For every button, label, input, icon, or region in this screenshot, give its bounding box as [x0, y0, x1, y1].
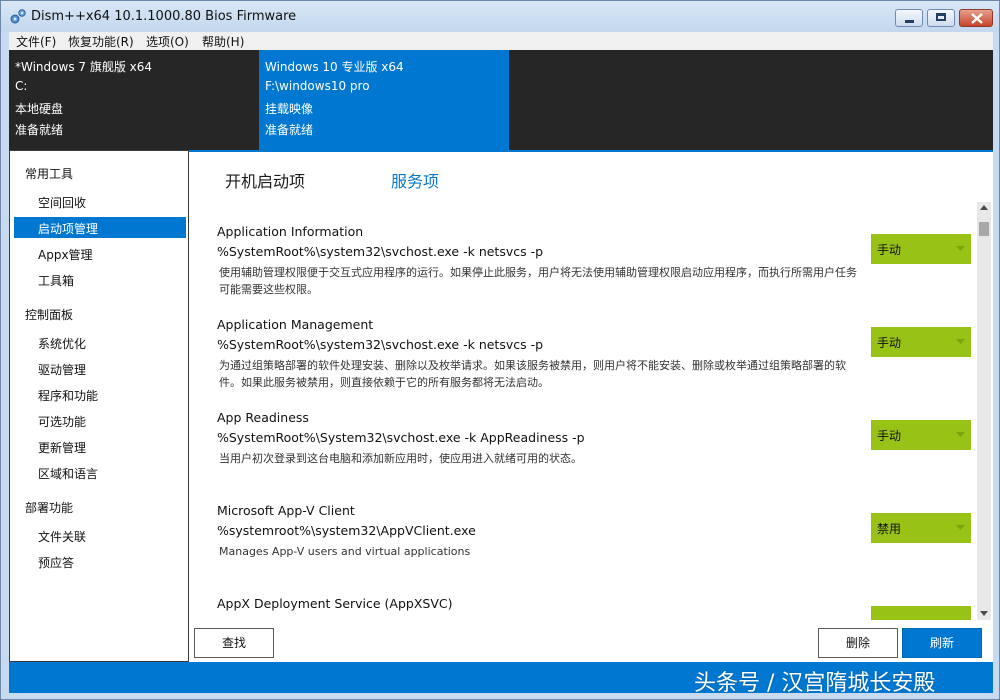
startup-type-dropdown[interactable]: 禁用	[871, 513, 971, 543]
menu-help[interactable]: 帮助(H)	[202, 33, 244, 50]
minimize-button[interactable]	[895, 9, 923, 27]
sidebar-item-file-association[interactable]: 文件关联	[14, 525, 186, 546]
service-description: 当用户初次登录到这台电脑和添加新应用时，使应用进入就绪可用的状态。	[219, 452, 582, 465]
image-type: 挂载映像	[265, 102, 314, 116]
tab-startup-items[interactable]: 开机启动项	[225, 168, 305, 192]
delete-button[interactable]: 删除	[818, 628, 898, 658]
sidebar-item-label: 工具箱	[38, 274, 75, 288]
app-window: Dism++x64 10.1.1000.80 Bios Firmware 文件(…	[0, 0, 1000, 700]
service-row: Application Information %SystemRoot%\sys…	[217, 224, 977, 317]
service-name: Microsoft App-V Client	[217, 503, 355, 518]
sidebar-item-label: 驱动管理	[38, 363, 87, 377]
startup-type-dropdown[interactable]: 手动	[871, 234, 971, 264]
sidebar-item-label: 系统优化	[38, 337, 87, 351]
sidebar-item-update-manager[interactable]: 更新管理	[14, 436, 186, 457]
main-panel: 开机启动项 服务项 Application Information %Syste…	[189, 150, 993, 662]
service-description: 为通过组策略部署的软件处理安装、删除以及枚举请求。如果该服务被禁用，则用户将不能…	[219, 359, 846, 389]
service-name: Application Information	[217, 224, 364, 239]
sidebar-item-label: 文件关联	[38, 530, 87, 544]
sidebar-item-optional-features[interactable]: 可选功能	[14, 410, 186, 431]
sidebar-item-unattended[interactable]: 预应答	[14, 551, 186, 572]
chevron-down-icon	[956, 432, 965, 437]
service-path: %SystemRoot%\system32\svchost.exe -k net…	[217, 244, 544, 259]
watermark: 头条号 / 汉宫隋城长安殿	[694, 671, 936, 696]
image-path: C:	[15, 79, 28, 93]
startup-type-value: 手动	[877, 429, 902, 443]
close-icon	[971, 13, 983, 24]
service-list: Application Information %SystemRoot%\sys…	[189, 202, 977, 620]
scroll-up-icon[interactable]	[980, 205, 988, 211]
sidebar-item-programs[interactable]: 程序和功能	[14, 384, 186, 405]
refresh-button[interactable]: 刷新	[902, 628, 982, 658]
sidebar-item-label: Appx管理	[38, 248, 93, 262]
sidebar-item-startup-manager[interactable]: 启动项管理	[14, 217, 186, 238]
service-row: Microsoft App-V Client %systemroot%\syst…	[217, 503, 977, 596]
sidebar-heading-control-panel: 控制面板	[25, 308, 74, 322]
startup-type-value: 手动	[877, 336, 902, 350]
chevron-down-icon	[956, 525, 965, 530]
find-button[interactable]: 查找	[194, 628, 274, 658]
service-row: AppX Deployment Service (AppXSVC)	[217, 596, 977, 620]
image-path: F:\windows10 pro	[265, 79, 370, 93]
sidebar-item-driver-manager[interactable]: 驱动管理	[14, 358, 186, 379]
startup-type-dropdown[interactable]: 手动	[871, 327, 971, 357]
sidebar-item-label: 区域和语言	[38, 467, 99, 481]
sidebar-item-space-reclaim[interactable]: 空间回收	[14, 191, 186, 212]
image-card-windows7[interactable]: *Windows 7 旗舰版 x64 C: 本地硬盘 准备就绪	[9, 50, 259, 150]
service-name: App Readiness	[217, 410, 309, 425]
maximize-button[interactable]	[927, 9, 955, 27]
service-description: Manages App-V users and virtual applicat…	[219, 545, 471, 558]
sidebar-item-label: 更新管理	[38, 441, 87, 455]
sidebar-item-label: 可选功能	[38, 415, 87, 429]
service-row: App Readiness %SystemRoot%\System32\svch…	[217, 410, 977, 503]
image-os: *Windows 7 旗舰版 x64	[15, 60, 153, 74]
sidebar-item-label: 空间回收	[38, 196, 87, 210]
service-list-scrollbar[interactable]	[977, 202, 991, 620]
service-path: %systemroot%\system32\AppVClient.exe	[217, 523, 476, 538]
close-button[interactable]	[959, 9, 993, 27]
image-card-windows10[interactable]: Windows 10 专业版 x64 F:\windows10 pro 挂载映像…	[259, 50, 509, 150]
menu-recovery[interactable]: 恢复功能(R)	[68, 33, 134, 50]
sidebar-heading-deployment: 部署功能	[25, 501, 74, 515]
service-name: Application Management	[217, 317, 374, 332]
service-name: AppX Deployment Service (AppXSVC)	[217, 596, 453, 611]
sidebar-item-label: 启动项管理	[38, 222, 99, 236]
sidebar-item-label: 程序和功能	[38, 389, 99, 403]
window-title: Dism++x64 10.1.1000.80 Bios Firmware	[31, 9, 297, 24]
service-path: %SystemRoot%\system32\svchost.exe -k net…	[217, 337, 544, 352]
menu-bar: 文件(F) 恢复功能(R) 选项(O) 帮助(H)	[9, 32, 993, 50]
service-description: 使用辅助管理权限便于交互式应用程序的运行。如果停止此服务，用户将无法使用辅助管理…	[219, 266, 857, 296]
startup-type-dropdown[interactable]	[871, 606, 971, 620]
scroll-thumb[interactable]	[979, 222, 989, 236]
sidebar-heading-common-tools: 常用工具	[25, 167, 74, 181]
image-status: 准备就绪	[15, 123, 64, 137]
startup-type-value: 手动	[877, 243, 902, 257]
sidebar-item-region-language[interactable]: 区域和语言	[14, 462, 186, 483]
gears-icon	[9, 8, 27, 26]
startup-type-value: 禁用	[877, 522, 902, 536]
chevron-down-icon	[956, 339, 965, 344]
scroll-down-icon[interactable]	[980, 611, 988, 617]
chevron-down-icon	[956, 246, 965, 251]
sidebar-item-toolbox[interactable]: 工具箱	[14, 269, 186, 290]
startup-type-dropdown[interactable]: 手动	[871, 420, 971, 450]
image-selector: *Windows 7 旗舰版 x64 C: 本地硬盘 准备就绪 Windows …	[9, 50, 993, 150]
title-bar[interactable]: Dism++x64 10.1.1000.80 Bios Firmware	[1, 1, 999, 32]
menu-file[interactable]: 文件(F)	[16, 33, 56, 50]
image-status: 准备就绪	[265, 123, 314, 137]
image-os: Windows 10 专业版 x64	[265, 60, 404, 74]
sidebar-item-label: 预应答	[38, 556, 75, 570]
menu-options[interactable]: 选项(O)	[146, 33, 189, 50]
service-path: %SystemRoot%\System32\svchost.exe -k App…	[217, 430, 585, 445]
sidebar-item-system-optimize[interactable]: 系统优化	[14, 332, 186, 353]
sidebar: 常用工具 空间回收 启动项管理 Appx管理 工具箱 控制面板 系统优化 驱动管…	[9, 150, 189, 662]
tab-services[interactable]: 服务项	[391, 168, 439, 192]
service-row: Application Management %SystemRoot%\syst…	[217, 317, 977, 410]
sidebar-item-appx-manager[interactable]: Appx管理	[14, 243, 186, 264]
image-type: 本地硬盘	[15, 102, 64, 116]
